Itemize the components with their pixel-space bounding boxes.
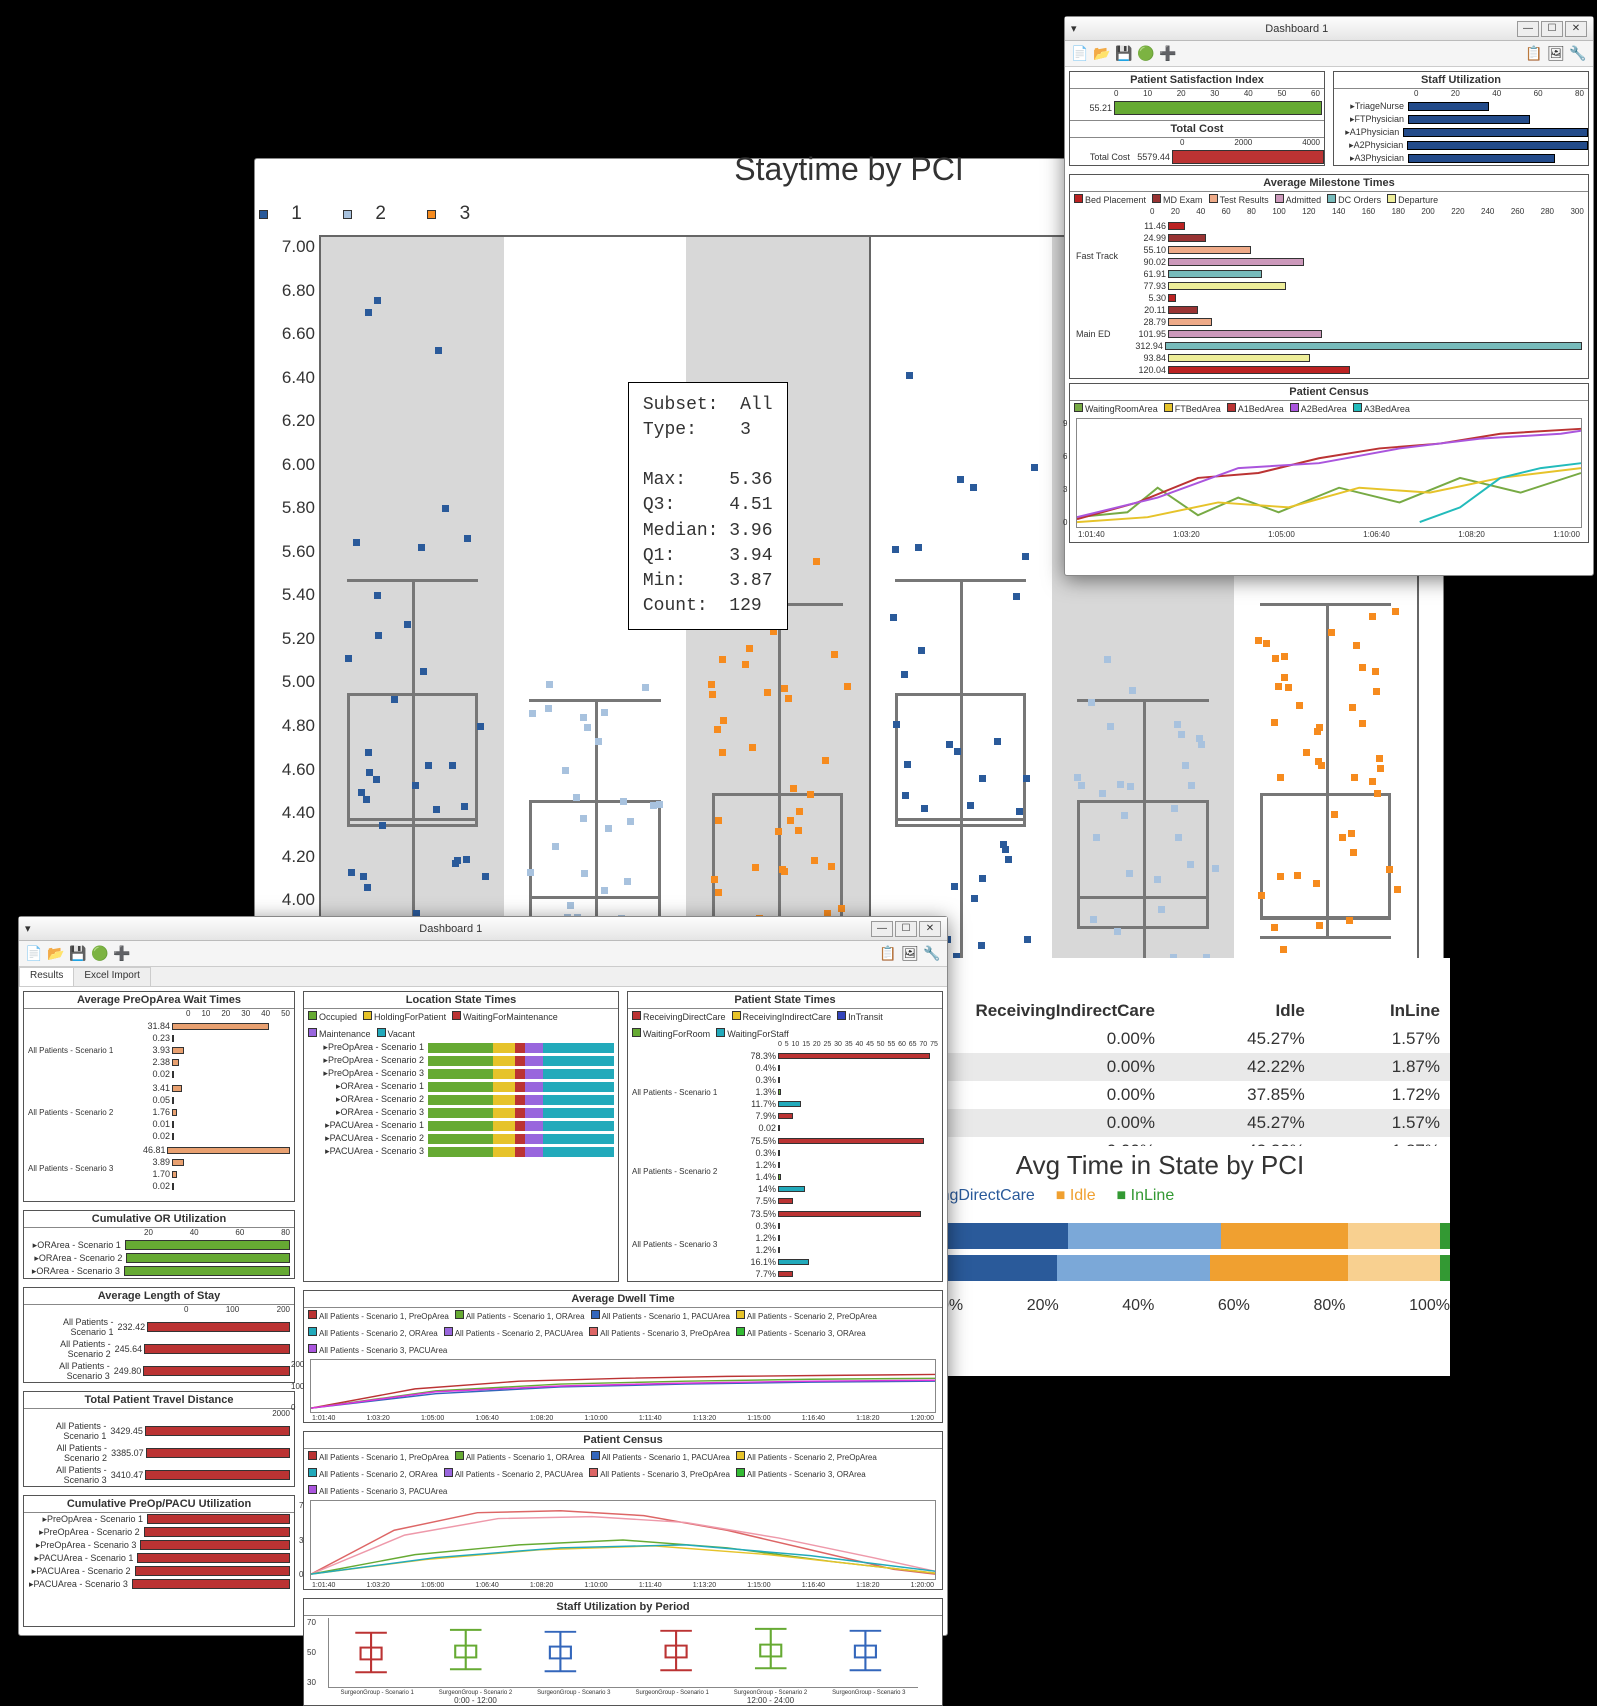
legend-label-2: 2 <box>375 203 386 224</box>
tab-excel[interactable]: Excel Import <box>73 967 151 986</box>
maximize-button[interactable]: ☐ <box>1541 21 1563 37</box>
add-icon[interactable]: ➕ <box>113 945 131 963</box>
staff-period-plot[interactable]: 305070 <box>328 1618 918 1688</box>
refresh-icon[interactable]: 🟢 <box>91 945 109 963</box>
dashboard-right-window: ▾ Dashboard 1 —☐✕ 📄📂 💾🟢 ➕ 📋🖼🔧 Patient Sa… <box>1064 16 1594 576</box>
save-icon[interactable]: 💾 <box>1115 45 1133 63</box>
new-icon[interactable]: 📄 <box>1071 45 1089 63</box>
legend-label-3: 3 <box>460 203 471 224</box>
new-icon[interactable]: 📄 <box>25 945 43 963</box>
refresh-icon[interactable]: 🟢 <box>1137 45 1155 63</box>
titlebar[interactable]: ▾ Dashboard 1 —☐✕ <box>1065 17 1593 41</box>
close-button[interactable]: ✕ <box>1565 21 1587 37</box>
toolbar: 📄📂 💾🟢 ➕ 📋🖼🔧 <box>1065 41 1593 67</box>
open-icon[interactable]: 📂 <box>1093 45 1111 63</box>
copy-icon[interactable]: 📋 <box>879 945 897 963</box>
open-icon[interactable]: 📂 <box>47 945 65 963</box>
save-icon[interactable]: 💾 <box>69 945 87 963</box>
staff-util-title: Staff Utilization <box>1334 72 1588 89</box>
avg-time-state-chart: Avg Time in State by PCI ■ ReceivingDire… <box>870 1146 1450 1376</box>
minimize-button[interactable]: — <box>871 921 893 937</box>
config-icon[interactable]: 🔧 <box>923 945 941 963</box>
window-title: Dashboard 1 <box>31 923 871 935</box>
maximize-button[interactable]: ☐ <box>895 921 917 937</box>
box-tooltip: Subset: All Type: 3 Max: 5.36 Q3: 4.51 M… <box>628 382 788 631</box>
config-icon[interactable]: 🔧 <box>1569 45 1587 63</box>
close-button[interactable]: ✕ <box>919 921 941 937</box>
legend-label-1: 1 <box>291 203 302 224</box>
psi-title: Patient Satisfaction Index <box>1070 72 1324 89</box>
export-icon[interactable]: 🖼 <box>1547 45 1565 63</box>
add-icon[interactable]: ➕ <box>1159 45 1177 63</box>
cost-title: Total Cost <box>1070 120 1324 138</box>
legend-swatch-3 <box>427 210 436 219</box>
census-plot[interactable]: 0369 <box>1076 418 1582 528</box>
minimize-button[interactable]: — <box>1517 21 1539 37</box>
copy-icon[interactable]: 📋 <box>1525 45 1543 63</box>
titlebar[interactable]: ▾ Dashboard 1 —☐✕ <box>19 917 947 941</box>
milestone-title: Average Milestone Times <box>1070 175 1588 192</box>
legend-swatch-1 <box>259 210 268 219</box>
main-chart-legend: 1 2 3 <box>259 203 506 225</box>
window-title: Dashboard 1 <box>1077 23 1517 35</box>
legend-swatch-2 <box>343 210 352 219</box>
export-icon[interactable]: 🖼 <box>901 945 919 963</box>
dashboard-left-window: ▾ Dashboard 1 —☐✕ 📄📂 💾🟢 ➕ 📋🖼🔧 ResultsExc… <box>18 916 948 1636</box>
census-title: Patient Census <box>1070 384 1588 401</box>
tab-results[interactable]: Results <box>19 967 74 986</box>
